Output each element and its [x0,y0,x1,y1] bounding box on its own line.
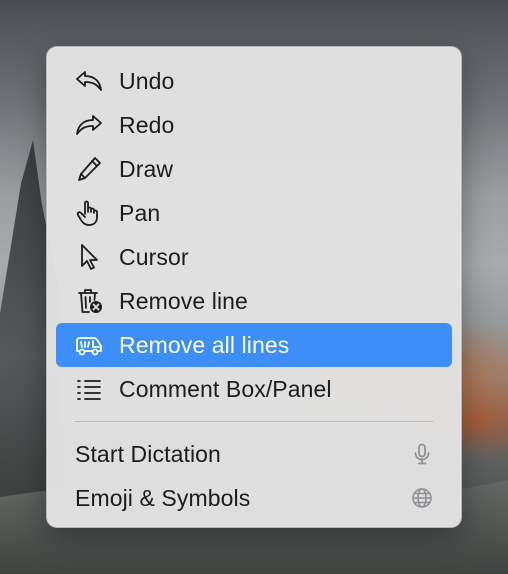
menu-item-emoji-symbols[interactable]: Emoji & Symbols [56,476,452,520]
menu-item-label: Remove line [119,287,248,314]
menu-item-comment-box-panel[interactable]: Comment Box/Panel [56,367,452,411]
menu-item-label: Emoji & Symbols [75,484,251,511]
trash-remove-icon [73,285,105,317]
menu-item-undo[interactable]: Undo [56,59,452,103]
menu-item-label: Redo [119,111,175,138]
menu-item-draw[interactable]: Draw [56,147,452,191]
menu-item-label: Remove all lines [119,331,290,358]
redo-arrow-icon [73,109,105,141]
menu-item-redo[interactable]: Redo [56,103,452,147]
menu-item-label: Start Dictation [75,440,221,467]
microphone-icon [410,442,434,466]
globe-icon [410,486,434,510]
pencil-icon [73,153,105,185]
menu-item-cursor[interactable]: Cursor [56,235,452,279]
list-bullets-icon [73,373,105,405]
cursor-arrow-icon [73,241,105,273]
menu-item-start-dictation[interactable]: Start Dictation [56,432,452,476]
menu-separator [75,421,433,422]
menu-item-remove-line[interactable]: Remove line [56,279,452,323]
menu-item-pan[interactable]: Pan [56,191,452,235]
menu-item-label: Pan [119,199,161,226]
truck-remove-all-icon [73,329,105,361]
menu-item-remove-all-lines[interactable]: Remove all lines [56,323,452,367]
menu-item-label: Cursor [119,243,189,270]
hand-pointer-icon [73,197,105,229]
menu-item-label: Undo [119,67,175,94]
undo-arrow-icon [73,65,105,97]
menu-item-label: Draw [119,155,174,182]
context-menu: Undo Redo Draw Pan Cursor Remove line Re… [46,46,462,528]
menu-item-label: Comment Box/Panel [119,375,332,402]
